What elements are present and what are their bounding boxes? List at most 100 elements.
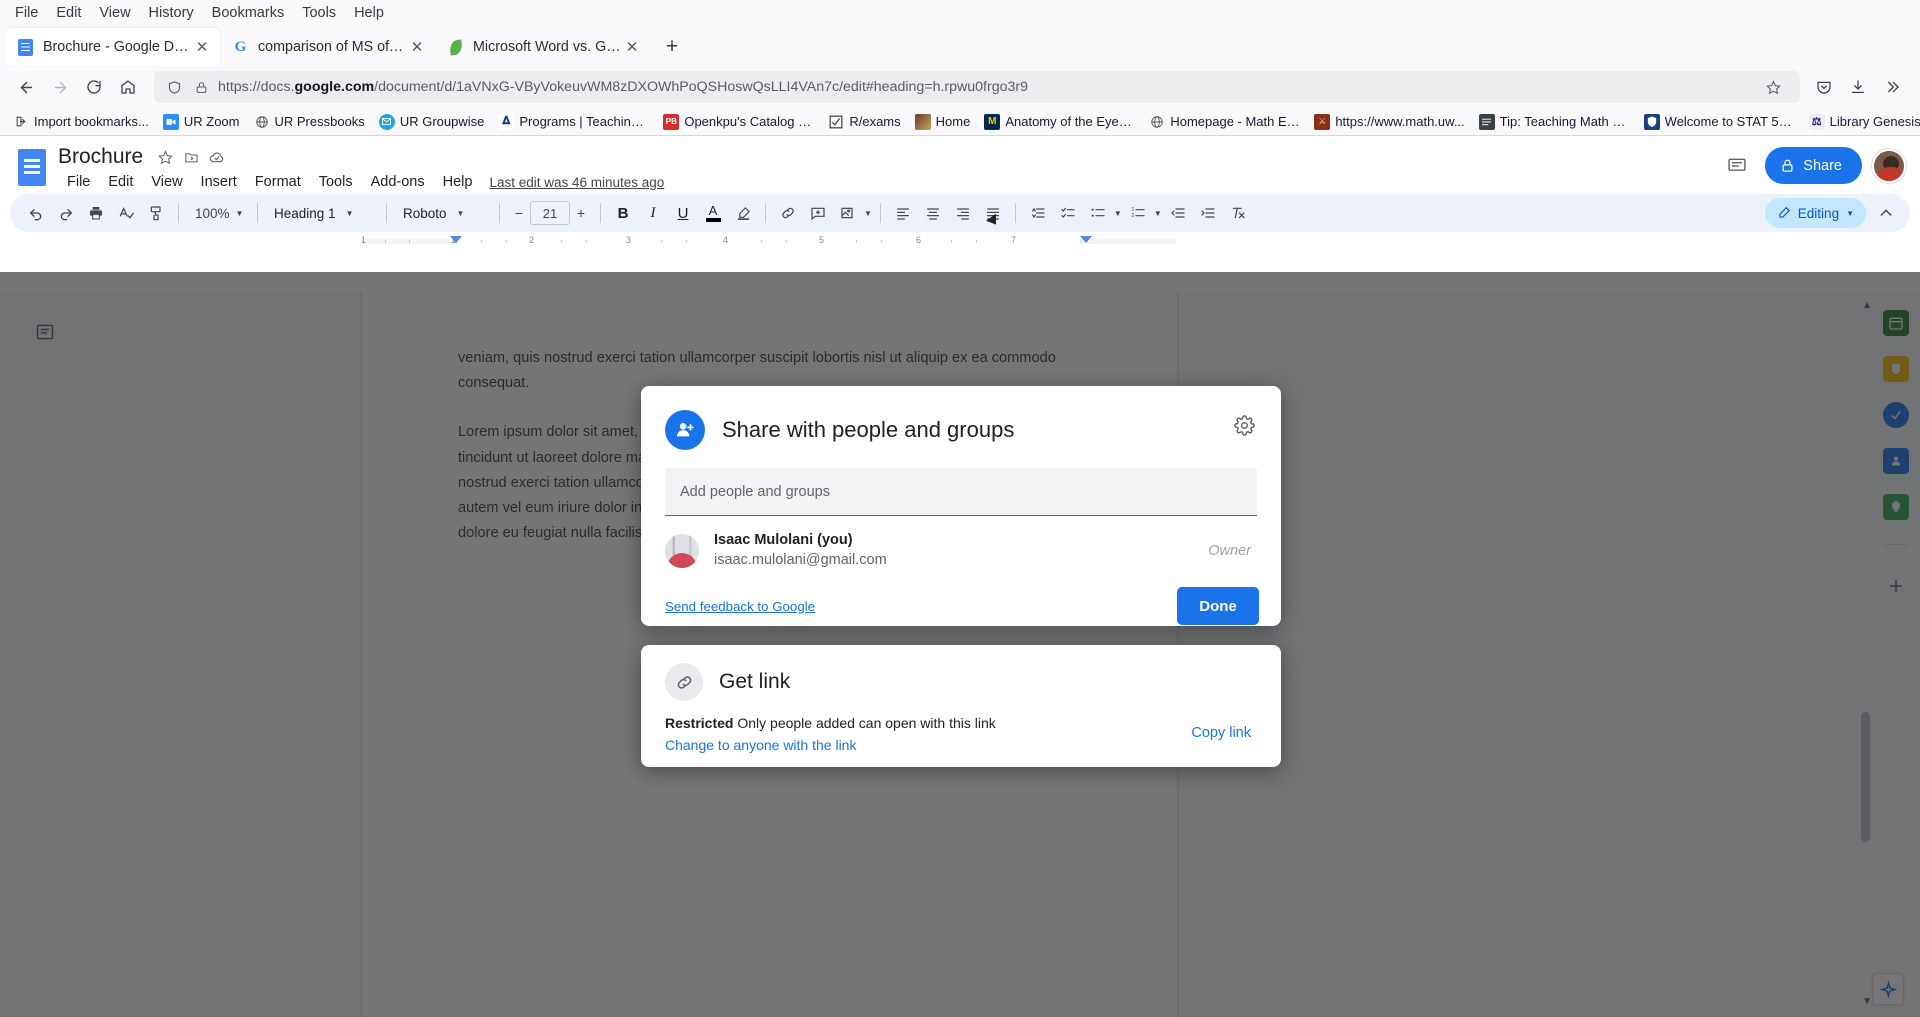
back-icon[interactable]	[10, 71, 42, 103]
text-color-button[interactable]: A	[699, 199, 727, 227]
bookmark-programs-teaching[interactable]: 𝚫 Programs | Teaching a...	[491, 111, 656, 133]
docs-menu-addons[interactable]: Add-ons	[362, 172, 434, 192]
menu-file[interactable]: File	[6, 3, 47, 23]
copy-link-button[interactable]: Copy link	[1191, 713, 1257, 741]
close-icon[interactable]: ✕	[192, 37, 212, 57]
insert-image-icon[interactable]	[834, 199, 862, 227]
menu-edit[interactable]: Edit	[47, 3, 90, 23]
chevron-down-icon[interactable]: ▼	[864, 209, 872, 218]
menu-bookmarks[interactable]: Bookmarks	[203, 3, 294, 23]
editing-mode-selector[interactable]: Editing ▼	[1764, 198, 1866, 228]
checklist-icon[interactable]	[1054, 199, 1082, 227]
share-button[interactable]: Share	[1765, 147, 1862, 184]
reload-icon[interactable]	[78, 71, 110, 103]
bookmark-stat-504[interactable]: Welcome to STAT 504!...	[1637, 111, 1802, 133]
last-edit-status[interactable]: Last edit was 46 minutes ago	[489, 175, 664, 190]
font-size-increase[interactable]: +	[570, 201, 592, 225]
close-icon[interactable]: ✕	[622, 37, 642, 57]
numbered-list-icon[interactable]: 12	[1124, 199, 1152, 227]
move-to-folder-icon[interactable]	[179, 145, 203, 169]
document-ruler[interactable]: 1 1 2 3 4 5 6 7	[0, 234, 1920, 248]
save-to-pocket-icon[interactable]	[1808, 71, 1840, 103]
bookmark-star-icon[interactable]	[1763, 77, 1783, 97]
font-size-stepper[interactable]: − 21 +	[508, 201, 592, 225]
hide-menus-icon[interactable]	[1872, 199, 1900, 227]
bookmark-home[interactable]: Home	[908, 111, 978, 133]
redo-icon[interactable]	[52, 199, 80, 227]
tab-comparison[interactable]: G comparison of MS offic with Go ✕	[220, 28, 435, 66]
chevron-down-icon[interactable]: ▼	[1154, 209, 1162, 218]
docs-menu-insert[interactable]: Insert	[192, 172, 246, 192]
close-icon[interactable]: ✕	[407, 37, 427, 57]
bookmark-import[interactable]: Import bookmarks...	[6, 111, 156, 133]
undo-icon[interactable]	[22, 199, 50, 227]
highlight-color-icon[interactable]	[729, 199, 757, 227]
downloads-icon[interactable]	[1842, 71, 1874, 103]
insert-link-icon[interactable]	[774, 199, 802, 227]
account-avatar[interactable]	[1872, 148, 1906, 183]
comment-history-icon[interactable]	[1719, 148, 1755, 184]
bookmark-openkpu-catalog[interactable]: PB Openkpu's Catalog Pa...	[656, 111, 821, 133]
bookmark-anatomy-of-eye[interactable]: M Anatomy of the Eye | ...	[977, 111, 1142, 133]
add-comment-icon[interactable]	[804, 199, 832, 227]
print-icon[interactable]	[82, 199, 110, 227]
new-tab-button[interactable]: +	[656, 31, 688, 63]
bold-button[interactable]: B	[609, 199, 637, 227]
done-button[interactable]: Done	[1177, 587, 1259, 625]
chevron-down-icon[interactable]: ▼	[1114, 209, 1122, 218]
change-access-link[interactable]: Change to anyone with the link	[665, 733, 856, 757]
document-title[interactable]: Brochure	[58, 145, 153, 169]
docs-menu-edit[interactable]: Edit	[99, 172, 142, 192]
bookmark-math-uw[interactable]: ⚔ https://www.math.uw...	[1307, 111, 1471, 133]
increase-indent-icon[interactable]	[1194, 199, 1222, 227]
star-icon[interactable]	[153, 145, 177, 169]
bookmark-ur-groupwise[interactable]: UR Groupwise	[372, 111, 492, 133]
shared-person-row[interactable]: Isaac Mulolani (you) isaac.mulolani@gmai…	[641, 516, 1281, 571]
address-bar[interactable]: https://docs.google.com/document/d/1aVNx…	[154, 71, 1800, 103]
menu-tools[interactable]: Tools	[293, 3, 345, 23]
align-left-icon[interactable]	[889, 199, 917, 227]
align-center-icon[interactable]	[919, 199, 947, 227]
bookmark-tip-teaching-math[interactable]: Tip: Teaching Math Re...	[1472, 111, 1637, 133]
italic-button[interactable]: I	[639, 199, 667, 227]
extensions-overflow-icon[interactable]	[1876, 71, 1908, 103]
font-size-value[interactable]: 21	[530, 201, 570, 225]
cloud-saved-icon[interactable]	[205, 145, 229, 169]
docs-menu-view[interactable]: View	[142, 172, 191, 192]
line-spacing-icon[interactable]	[1024, 199, 1052, 227]
underline-button[interactable]: U	[669, 199, 697, 227]
docs-menu-format[interactable]: Format	[246, 172, 310, 192]
bookmark-homepage-math-eq[interactable]: Homepage - Math Eq...	[1142, 111, 1307, 133]
menu-help[interactable]: Help	[345, 3, 393, 23]
bookmark-ur-zoom[interactable]: UR Zoom	[156, 111, 247, 133]
docs-menu-help[interactable]: Help	[434, 172, 482, 192]
menu-history[interactable]: History	[140, 3, 203, 23]
bulleted-list-icon[interactable]	[1084, 199, 1112, 227]
chevron-down-icon: ▼	[345, 208, 354, 218]
forward-icon[interactable]	[44, 71, 76, 103]
spellcheck-icon[interactable]	[112, 199, 140, 227]
bookmark-r-exams[interactable]: R/exams	[821, 111, 907, 133]
indent-marker[interactable]	[450, 236, 462, 243]
add-people-input[interactable]: Add people and groups	[665, 468, 1257, 516]
menu-view[interactable]: View	[90, 3, 139, 23]
font-family-dropdown[interactable]: Roboto ▼	[395, 206, 491, 221]
align-right-icon[interactable]	[949, 199, 977, 227]
gear-icon[interactable]	[1229, 410, 1259, 440]
bookmark-library-genesis[interactable]: ⚖ Library Genesis	[1802, 111, 1920, 133]
paint-format-icon[interactable]	[142, 199, 170, 227]
docs-menu-file[interactable]: File	[58, 172, 99, 192]
google-docs-logo-icon[interactable]	[14, 144, 50, 191]
tab-brochure[interactable]: Brochure - Google Docs ✕	[5, 28, 220, 66]
send-feedback-link[interactable]: Send feedback to Google	[665, 599, 815, 614]
docs-menu-tools[interactable]: Tools	[310, 172, 362, 192]
zoom-level-dropdown[interactable]: 100% ▼	[187, 206, 249, 221]
clear-formatting-icon[interactable]	[1224, 199, 1252, 227]
home-icon[interactable]	[112, 71, 144, 103]
font-size-decrease[interactable]: −	[508, 201, 530, 225]
paragraph-style-dropdown[interactable]: Heading 1 ▼	[266, 206, 378, 221]
bookmark-ur-pressbooks[interactable]: UR Pressbooks	[247, 111, 372, 133]
decrease-indent-icon[interactable]	[1164, 199, 1192, 227]
indent-marker[interactable]	[1080, 236, 1092, 243]
tab-word-vs-docs[interactable]: Microsoft Word vs. Google Doc ✕	[435, 28, 650, 66]
